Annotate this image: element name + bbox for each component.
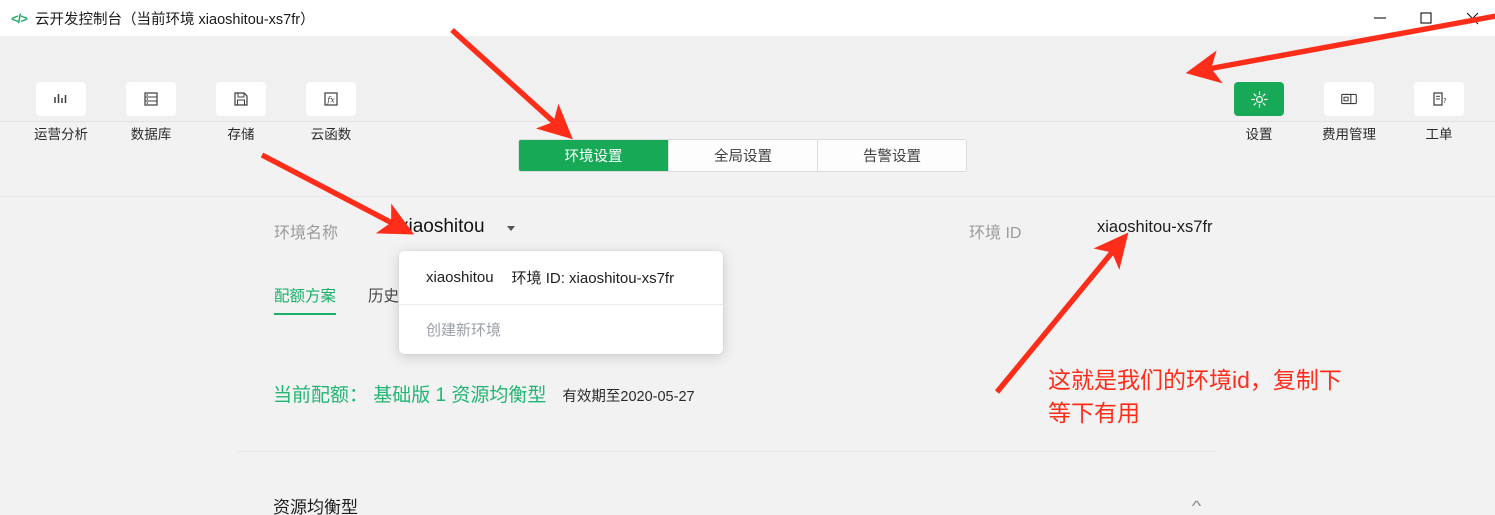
- bar-chart-icon: [36, 82, 86, 116]
- chevron-up-icon[interactable]: ^: [1192, 498, 1202, 515]
- sub-tab-quota-plan[interactable]: 配额方案: [274, 284, 337, 315]
- section-divider: [236, 451, 1215, 452]
- close-icon[interactable]: [1449, 0, 1495, 36]
- window-controls: [1357, 0, 1495, 36]
- toolbar-label: 云函数: [310, 127, 352, 142]
- settings-segmented-control: 环境设置 全局设置 告警设置: [518, 139, 967, 172]
- tab-environment-settings[interactable]: 环境设置: [519, 140, 668, 171]
- dropdown-item-environment[interactable]: xiaoshitou 环境 ID: xiaoshitou-xs7fr: [399, 251, 723, 304]
- minimize-icon[interactable]: [1357, 0, 1403, 36]
- environment-info-row: 环境名称 xiaoshitou 环境 ID xiaoshitou-xs7fr: [0, 216, 1495, 246]
- environment-dropdown-menu: xiaoshitou 环境 ID: xiaoshitou-xs7fr 创建新环境: [399, 251, 723, 354]
- main-toolbar: 运营分析 数据库 存储 fx 云函数 设置 费用管理 ? 工单: [0, 36, 1495, 142]
- env-name-value[interactable]: xiaoshitou: [399, 216, 485, 238]
- code-brackets-icon: </>: [11, 10, 28, 26]
- toolbar-label: 运营分析: [34, 127, 88, 142]
- toolbar-right-group: 设置 费用管理 ? 工单: [1215, 82, 1483, 143]
- toolbar-item-operations-analysis[interactable]: 运营分析: [17, 82, 105, 143]
- toolbar-item-database[interactable]: 数据库: [107, 82, 195, 143]
- toolbar-item-tickets[interactable]: ? 工单: [1395, 82, 1483, 143]
- function-fx-icon: fx: [306, 82, 356, 116]
- billing-icon: [1324, 82, 1374, 116]
- toolbar-left-group: 运营分析 数据库 存储 fx 云函数: [17, 82, 375, 143]
- tab-alarm-settings[interactable]: 告警设置: [817, 140, 966, 171]
- toolbar-item-storage[interactable]: 存储: [197, 82, 285, 143]
- toolbar-item-billing[interactable]: 费用管理: [1305, 82, 1393, 143]
- save-disk-icon: [216, 82, 266, 116]
- app-window: </> 云开发控制台（当前环境 xiaoshitou-xs7fr） 运营分析 数…: [0, 0, 1495, 515]
- tab-global-settings[interactable]: 全局设置: [668, 140, 817, 171]
- dropdown-env-name: xiaoshitou: [426, 269, 494, 286]
- quota-summary: 当前配额： 基础版 1 资源均衡型 有效期至2020-05-27: [273, 380, 695, 407]
- quota-main-text: 当前配额： 基础版 1 资源均衡型: [273, 385, 547, 406]
- window-title: 云开发控制台（当前环境 xiaoshitou-xs7fr）: [35, 11, 315, 28]
- svg-text:?: ?: [1443, 97, 1447, 105]
- toolbar-label: 工单: [1425, 127, 1453, 142]
- quota-expiry-text: 有效期至2020-05-27: [562, 389, 695, 405]
- toolbar-label: 费用管理: [1322, 127, 1376, 142]
- toolbar-item-cloud-functions[interactable]: fx 云函数: [287, 82, 375, 143]
- env-id-label: 环境 ID: [969, 225, 1022, 242]
- title-bar: </> 云开发控制台（当前环境 xiaoshitou-xs7fr）: [0, 0, 1495, 36]
- database-icon: [126, 82, 176, 116]
- ticket-icon: ?: [1414, 82, 1464, 116]
- dropdown-item-create-environment[interactable]: 创建新环境: [399, 305, 723, 354]
- section-title-resource-balanced: 资源均衡型: [273, 498, 358, 515]
- content-top-divider: [0, 196, 1495, 197]
- svg-text:fx: fx: [326, 95, 335, 104]
- env-name-label: 环境名称: [274, 225, 339, 242]
- env-id-value[interactable]: xiaoshitou-xs7fr: [1097, 218, 1213, 237]
- toolbar-label: 设置: [1245, 127, 1273, 142]
- maximize-icon[interactable]: [1403, 0, 1449, 36]
- toolbar-label: 数据库: [130, 127, 172, 142]
- dropdown-env-id: 环境 ID: xiaoshitou-xs7fr: [511, 270, 675, 287]
- gear-icon: [1234, 82, 1284, 116]
- toolbar-item-settings[interactable]: 设置: [1215, 82, 1303, 143]
- chevron-down-icon[interactable]: [507, 226, 515, 231]
- toolbar-label: 存储: [227, 127, 255, 142]
